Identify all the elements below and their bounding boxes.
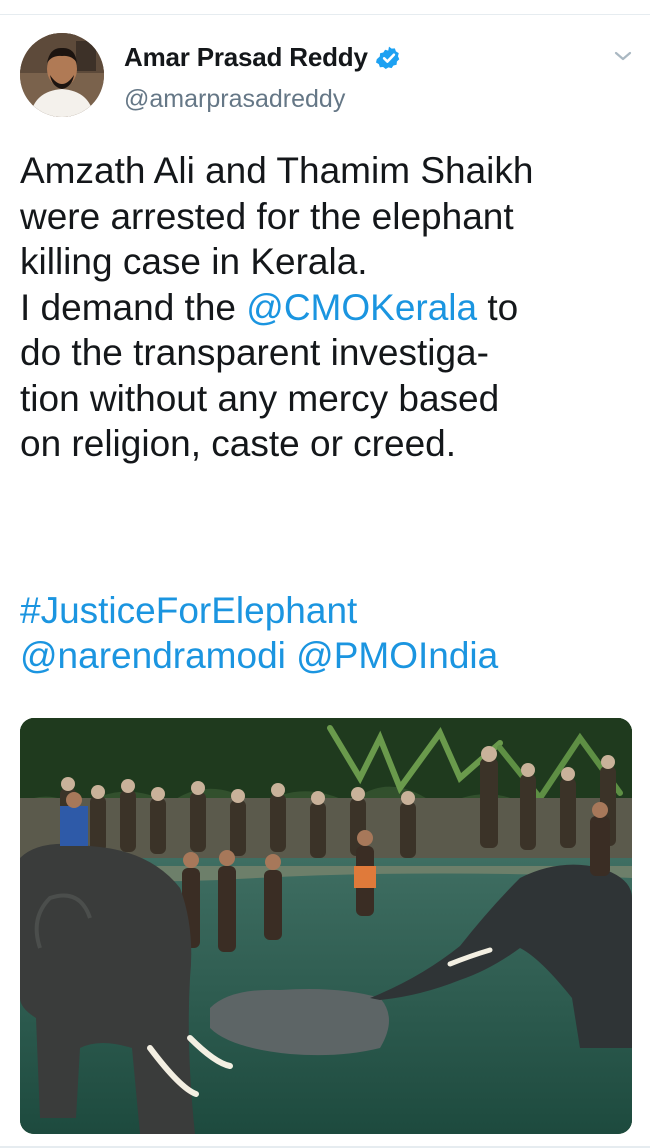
tweet-line: were arrested for the elephant: [20, 195, 514, 237]
tweet-text-segment: I demand the: [20, 286, 247, 328]
tweet-media-photo[interactable]: [20, 718, 632, 1134]
author-handle[interactable]: @amarprasadreddy: [124, 85, 345, 114]
author-name[interactable]: Amar Prasad Reddy: [124, 42, 368, 73]
top-divider: [0, 14, 650, 15]
tweet-line: on religion, caste or creed.: [20, 423, 457, 464]
tweet-line: killing case in Kerala.: [20, 241, 368, 282]
tweet-text-segment: to: [477, 286, 519, 328]
mention-narendramodi[interactable]: @narendramodi: [20, 635, 286, 676]
tweet-tags: #JusticeForElephant @narendramodi @PMOIn…: [20, 588, 640, 678]
hashtag-link[interactable]: #JusticeForElephant: [20, 590, 357, 631]
mention-cmokerala[interactable]: @CMOKerala: [246, 287, 477, 328]
mention-pmoindia[interactable]: @PMOIndia: [296, 635, 498, 676]
tweet-text: Amzath Ali and Thamim Shaikh were arrest…: [20, 148, 640, 467]
tweet-line: Amzath Ali and Thamim Shaikh: [20, 150, 534, 191]
avatar-image: [20, 33, 104, 117]
tweet-line: I demand the @CMOKerala to: [20, 285, 640, 331]
verified-badge-icon: [375, 46, 399, 69]
tweet-line: tion without any mercy based: [20, 377, 500, 419]
avatar[interactable]: [20, 33, 104, 117]
author-row: Amar Prasad Reddy: [124, 42, 402, 73]
tweet-line: do the transparent investiga-: [20, 332, 489, 373]
chevron-down-icon[interactable]: [612, 48, 634, 64]
photo-image: [20, 718, 632, 1134]
